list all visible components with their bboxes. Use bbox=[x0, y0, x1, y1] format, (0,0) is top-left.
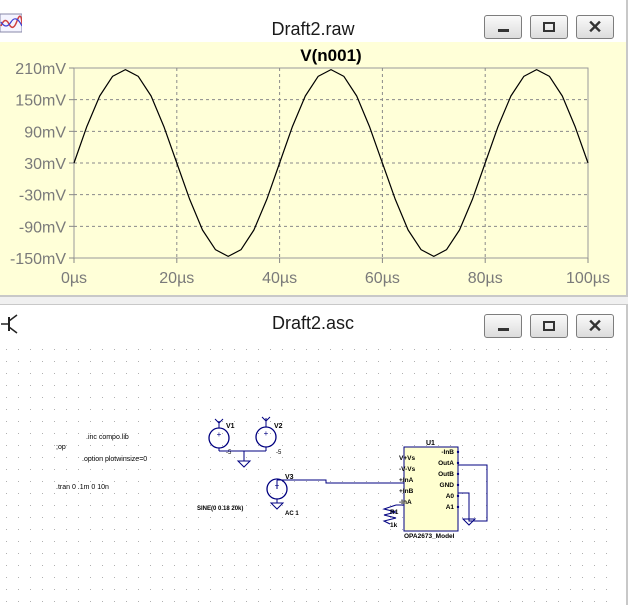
schematic-window-titlebar[interactable]: Draft2.asc ✕ bbox=[0, 305, 626, 341]
minimize-icon bbox=[498, 328, 509, 331]
x-tick-label: 20µs bbox=[159, 270, 194, 287]
opamp-pin-right: OutB bbox=[438, 471, 454, 478]
opamp-pin-right: -InB bbox=[441, 449, 454, 456]
x-tick-label: 40µs bbox=[262, 270, 297, 287]
directive-inc[interactable]: .inc compo.lib bbox=[86, 434, 129, 441]
x-tick-label: 80µs bbox=[468, 270, 503, 287]
schematic-window[interactable]: Draft2.asc ✕ .inc compo.lib ;op .option … bbox=[0, 304, 628, 605]
opamp-model: OPA2673_Model bbox=[404, 533, 455, 540]
r1-value: 1k bbox=[390, 522, 398, 529]
waveform-plot[interactable]: V(n001) 210mV 150mV 90mV 30mV -30mV -90mV -150… bbox=[0, 42, 626, 297]
minimize-button[interactable] bbox=[484, 314, 522, 338]
chart-title: V(n001) bbox=[300, 46, 361, 65]
x-tick-label: 60µs bbox=[365, 270, 400, 287]
minimize-button[interactable] bbox=[484, 15, 522, 39]
r1-label: R1 bbox=[390, 509, 399, 516]
schematic-canvas[interactable]: .inc compo.lib ;op .option plotwinsize=0… bbox=[0, 343, 612, 603]
directive-op[interactable]: ;op bbox=[56, 444, 66, 451]
y-tick-label: 90mV bbox=[24, 124, 66, 141]
maximize-button[interactable] bbox=[530, 15, 568, 39]
close-icon: ✕ bbox=[587, 17, 603, 37]
opamp-pin-left: +InB bbox=[399, 488, 414, 495]
maximize-button[interactable] bbox=[530, 314, 568, 338]
opamp-pin-node[interactable] bbox=[456, 472, 460, 476]
opamp-pin-node[interactable] bbox=[456, 494, 460, 498]
v2-minus-value: -5 bbox=[276, 450, 282, 456]
y-tick-label: 210mV bbox=[15, 61, 66, 78]
opamp-pin-right: OutA bbox=[438, 460, 454, 467]
opamp-pin-left: V+Vs bbox=[399, 455, 415, 462]
opamp-pin-right: A1 bbox=[446, 504, 455, 511]
x-tick-label: 100µs bbox=[566, 270, 610, 287]
v3-ac-value: AC 1 bbox=[285, 511, 299, 517]
maximize-icon bbox=[543, 321, 555, 331]
opamp-pin-right: A0 bbox=[446, 493, 455, 500]
svg-text:+: + bbox=[264, 429, 269, 438]
opamp-ref: U1 bbox=[426, 440, 435, 447]
close-icon: ✕ bbox=[587, 316, 603, 336]
v3-sine-value: SINE(0 0.18 20k) bbox=[197, 506, 243, 512]
x-tick-label: 0µs bbox=[61, 270, 87, 287]
minimize-icon bbox=[498, 29, 509, 32]
opamp-pin-node[interactable] bbox=[456, 461, 460, 465]
y-tick-label: 150mV bbox=[15, 93, 66, 110]
opamp-pin-node[interactable] bbox=[456, 450, 460, 454]
opamp-pin-left: -V-Vs bbox=[399, 466, 416, 473]
y-tick-label: -90mV bbox=[19, 219, 66, 236]
waveform-window-titlebar[interactable]: Draft2.raw ✕ bbox=[0, 0, 626, 42]
close-button[interactable]: ✕ bbox=[576, 314, 614, 338]
maximize-icon bbox=[543, 22, 555, 32]
y-tick-label: 30mV bbox=[24, 156, 66, 173]
opamp-pin-right: GND bbox=[440, 482, 455, 489]
opamp-pin-left: +InA bbox=[399, 477, 414, 484]
v1-label: V1 bbox=[226, 423, 235, 430]
opamp-pin-node[interactable] bbox=[456, 483, 460, 487]
y-tick-label: -150mV bbox=[10, 251, 66, 268]
close-button[interactable]: ✕ bbox=[576, 15, 614, 39]
svg-text:+: + bbox=[275, 481, 280, 490]
opamp-pin-node[interactable] bbox=[456, 505, 460, 509]
y-tick-label: -30mV bbox=[19, 188, 66, 205]
svg-text:+: + bbox=[217, 430, 222, 439]
waveform-window[interactable]: Draft2.raw ✕ V(n001) 210mV 150mV 90mV 30mV -… bbox=[0, 0, 628, 297]
v2-label: V2 bbox=[274, 423, 283, 430]
directive-tran[interactable]: .tran 0 .1m 0 10n bbox=[56, 484, 109, 491]
directive-option[interactable]: .option plotwinsize=0 bbox=[82, 456, 147, 463]
